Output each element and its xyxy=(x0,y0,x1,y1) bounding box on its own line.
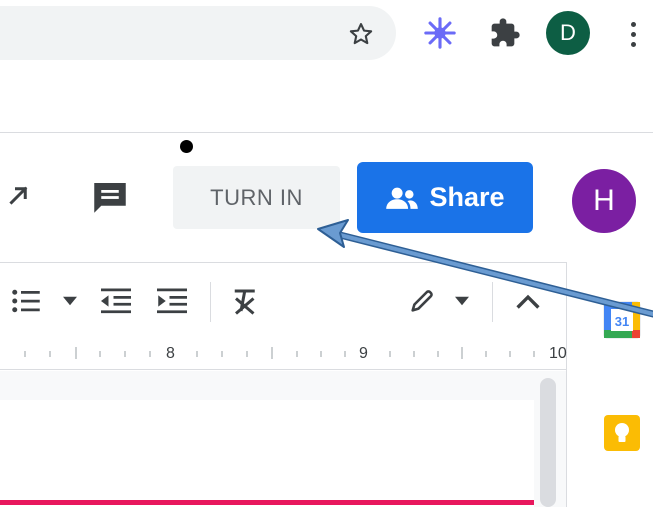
ruler-label-10: 10 xyxy=(549,345,567,362)
ruler-label-8: 8 xyxy=(166,345,175,362)
pencil-icon[interactable] xyxy=(404,278,440,324)
share-button[interactable]: Share xyxy=(357,162,533,233)
side-panel-border xyxy=(566,262,567,507)
ruler-ticks xyxy=(24,347,535,359)
bulb-icon[interactable] xyxy=(603,414,643,454)
account-initial: H xyxy=(593,184,615,217)
document-page[interactable] xyxy=(0,400,534,507)
screen: D TURN IN Share H 8 9 10 31 xyxy=(0,0,653,507)
bookmark-star-icon[interactable] xyxy=(343,16,379,52)
increase-indent-icon[interactable] xyxy=(154,278,190,324)
ruler-label-9: 9 xyxy=(359,345,368,362)
mode-chevron-down-icon[interactable] xyxy=(450,278,474,324)
expand-arrow-icon[interactable] xyxy=(4,180,34,210)
sparkle-icon[interactable] xyxy=(420,13,460,53)
clear-formatting-icon[interactable] xyxy=(228,278,264,324)
chevron-down-icon[interactable] xyxy=(58,278,82,324)
chevron-up-icon[interactable] xyxy=(510,278,546,324)
people-icon xyxy=(386,187,419,209)
toolbar-separator xyxy=(492,282,493,322)
profile-avatar[interactable]: D xyxy=(546,11,590,55)
turn-in-label: TURN IN xyxy=(210,184,303,210)
header-divider xyxy=(0,132,653,133)
calendar-icon[interactable]: 31 xyxy=(602,300,642,340)
toolbar-separator xyxy=(210,282,211,322)
comment-history-icon[interactable] xyxy=(85,174,135,220)
vertical-scrollbar[interactable] xyxy=(540,378,556,507)
decrease-indent-icon[interactable] xyxy=(98,278,134,324)
horizontal-ruler[interactable]: 8 9 10 xyxy=(0,340,567,370)
share-label: Share xyxy=(429,182,505,212)
kebab-icon[interactable] xyxy=(622,14,644,54)
puzzle-icon[interactable] xyxy=(485,13,525,53)
account-avatar[interactable]: H xyxy=(572,169,636,233)
page-accent-line xyxy=(0,500,534,505)
turn-in-button[interactable]: TURN IN xyxy=(173,166,340,229)
bulleted-list-icon[interactable] xyxy=(8,278,44,324)
address-bar[interactable] xyxy=(0,6,396,60)
cursor-dot xyxy=(180,140,193,153)
profile-initial: D xyxy=(560,20,576,45)
calendar-date: 31 xyxy=(615,314,629,329)
toolbar-divider xyxy=(0,262,566,263)
